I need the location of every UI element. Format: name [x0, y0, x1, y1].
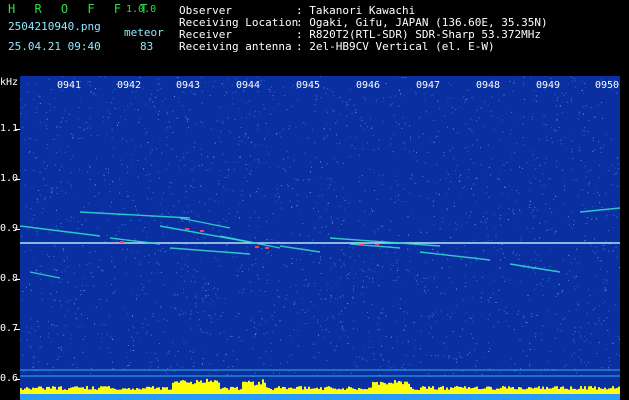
- hot-spot: [120, 241, 124, 243]
- time-label: 0942: [117, 80, 142, 91]
- time-label: 0946: [356, 80, 381, 91]
- file-name: 2504210940.png: [8, 20, 101, 33]
- date-time: 25.04.21 09:40: [8, 40, 101, 53]
- hot-spot: [265, 247, 269, 249]
- time-label: 0947: [416, 80, 441, 91]
- hot-spot: [255, 246, 259, 248]
- time-label: 0948: [476, 80, 501, 91]
- spectrogram-canvas: [20, 76, 620, 400]
- time-label: 0944: [236, 80, 261, 91]
- time-label: 0949: [536, 80, 561, 91]
- hot-spot: [200, 230, 204, 232]
- antenna-label: Receiving antenna: [179, 40, 292, 53]
- mode-label: meteor: [124, 26, 164, 39]
- time-label: 0945: [296, 80, 321, 91]
- noise-layer: [20, 76, 620, 377]
- right-margin: [620, 76, 629, 400]
- time-label: 0941: [57, 80, 82, 91]
- level-base: [20, 394, 620, 400]
- header-panel: H R O F F T 1.0.0 2504210940.png 25.04.2…: [0, 0, 629, 76]
- hot-spot: [360, 244, 364, 246]
- time-label: 0943: [176, 80, 201, 91]
- unit-label: kHz: [0, 77, 19, 88]
- frequency-axis: kHz 1.1 1.0 0.9 0.8 0.7 0.6: [0, 76, 20, 400]
- meteor-count: 83: [140, 40, 154, 53]
- app-version: 1.0.0: [126, 4, 157, 15]
- time-label: 0950: [595, 80, 620, 91]
- antenna-value: : 2el-HB9CV Vertical (el. E-W): [296, 40, 495, 53]
- spectrogram-display: [20, 76, 620, 400]
- hot-spot: [375, 244, 379, 246]
- hot-spot: [185, 228, 189, 230]
